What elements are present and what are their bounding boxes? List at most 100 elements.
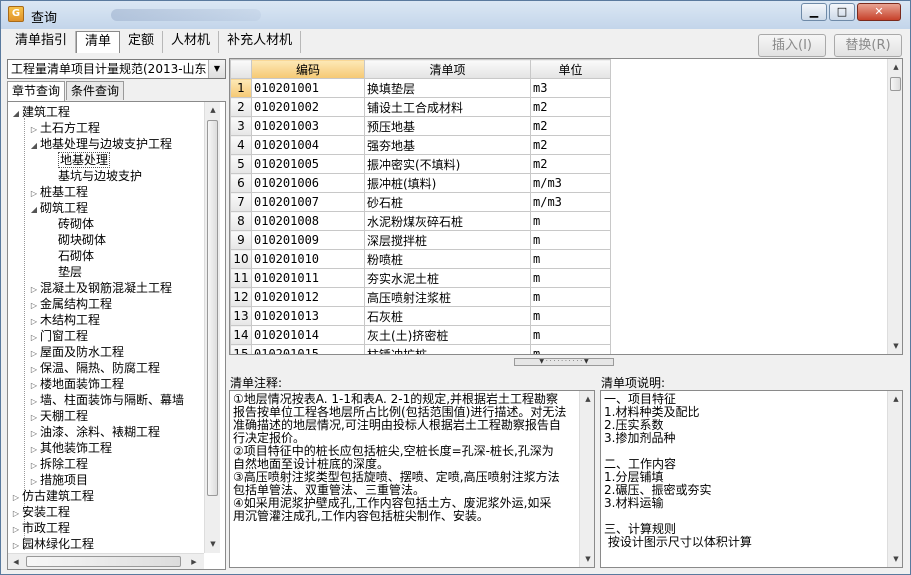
scroll-down-icon[interactable]: ▼ — [580, 551, 594, 567]
code-cell: 010201014 — [251, 325, 365, 345]
tab-list-guide[interactable]: 清单指引 — [7, 31, 77, 53]
scroll-left-icon[interactable]: ◀ — [8, 554, 24, 569]
tree-node[interactable]: ▷ 拆除工程 — [28, 456, 88, 472]
description-textarea[interactable]: 一、项目特征 1.材料种类及配比 2.压实系数 3.掺加剂品种 二、工作内容 1.分层铺填… — [600, 390, 903, 568]
description-scrollbar[interactable]: ▲ ▼ — [887, 391, 902, 567]
collapse-icon[interactable]: ◢ — [28, 202, 40, 218]
tab-supplementary-lmm[interactable]: 补充人材机 — [219, 31, 302, 53]
tree-node[interactable]: ▷ 措施项目 — [28, 472, 88, 488]
tree-node[interactable]: ▷ 安装工程 — [10, 504, 70, 520]
grid-scroll-thumb[interactable] — [890, 77, 901, 91]
scroll-down-icon[interactable]: ▼ — [205, 536, 221, 552]
column-header-item[interactable]: 清单项 — [364, 59, 531, 79]
tree-node[interactable]: 石砌体 — [46, 248, 94, 264]
table-row[interactable]: 2 010201002 铺设土工合成材料 m2 — [230, 97, 611, 117]
tree-scroll-thumb[interactable] — [207, 120, 218, 496]
tree-node[interactable]: 砖砌体 — [46, 216, 94, 232]
notes-text: ①地层情况按表A. 1-1和表A. 2-1的规定,并根据岩土工程勘察 报告按单位工… — [233, 393, 566, 523]
collapse-icon[interactable]: ◢ — [28, 138, 40, 154]
tree-node-label: 园林绿化工程 — [22, 537, 95, 551]
scroll-up-icon[interactable]: ▲ — [205, 102, 221, 118]
scroll-up-icon[interactable]: ▲ — [888, 59, 902, 75]
tree-node[interactable]: ▷ 油漆、涂料、裱糊工程 — [28, 424, 160, 440]
table-row[interactable]: 15 010201015 柱锤冲扩桩 m — [230, 344, 611, 354]
item-cell: 高压喷射注浆桩 — [364, 287, 531, 307]
tree-node[interactable]: ▷ 金属结构工程 — [28, 296, 112, 312]
tree-node[interactable]: ▷ 天棚工程 — [28, 408, 88, 424]
insert-button[interactable]: 插入(I) — [758, 34, 826, 57]
tree-node-label: 天棚工程 — [40, 409, 89, 423]
table-row[interactable]: 3 010201003 预压地基 m2 — [230, 116, 611, 136]
tree-node[interactable]: ▷ 门窗工程 — [28, 328, 88, 344]
replace-button[interactable]: 替换(R) — [834, 34, 902, 57]
notes-scrollbar[interactable]: ▲ ▼ — [579, 391, 594, 567]
collapse-icon[interactable]: ◢ — [10, 106, 22, 122]
table-row[interactable]: 14 010201014 灰土(土)挤密桩 m — [230, 325, 611, 345]
pane-splitter[interactable]: ▼ · · · · · · · · · · ▼ — [514, 358, 614, 366]
tree-node[interactable]: ▷ 保温、隔热、防腐工程 — [28, 360, 160, 376]
maximize-button[interactable]: □ — [829, 3, 855, 21]
tree-node[interactable]: ▷ 木结构工程 — [28, 312, 100, 328]
item-cell: 预压地基 — [364, 116, 531, 136]
chapter-tree[interactable]: ▲ ▼ ◀ ▶ ◢ 建筑工程 ▷ 土石方工程 ◢ 地基处理与边坡支护工程 地基处理 基坑与边坡… — [7, 101, 226, 570]
tree-node-label: 市政工程 — [22, 521, 71, 535]
grid-vertical-scrollbar[interactable]: ▲ ▼ — [887, 59, 902, 354]
close-button[interactable]: ✕ — [857, 3, 901, 21]
table-row[interactable]: 11 010201011 夯实水泥土桩 m — [230, 268, 611, 288]
spec-select-value: 工程量清单项目计量规范(2013-山东 — [11, 62, 207, 76]
tree-node-label: 油漆、涂料、裱糊工程 — [40, 425, 161, 439]
spec-select[interactable]: 工程量清单项目计量规范(2013-山东 ▼ — [7, 59, 226, 79]
tree-horizontal-scrollbar[interactable]: ◀ ▶ — [8, 553, 204, 569]
tree-node[interactable]: ▷ 仿古建筑工程 — [10, 488, 94, 504]
tree-node-label: 金属结构工程 — [40, 297, 113, 311]
tree-node[interactable]: ▷ 混凝土及钢筋混凝土工程 — [28, 280, 172, 296]
tree-node[interactable]: 砌块砌体 — [46, 232, 106, 248]
scroll-up-icon[interactable]: ▲ — [888, 391, 902, 407]
table-row[interactable]: 12 010201012 高压喷射注浆桩 m — [230, 287, 611, 307]
scroll-down-icon[interactable]: ▼ — [888, 551, 902, 567]
column-header-unit[interactable]: 单位 — [530, 59, 611, 79]
tree-node[interactable]: ▷ 墙、柱面装饰与隔断、幕墙 — [28, 392, 184, 408]
tree-node[interactable]: ▷ 土石方工程 — [28, 120, 100, 136]
tree-node[interactable]: ◢ 建筑工程 — [10, 104, 70, 120]
tree-node[interactable]: 基坑与边坡支护 — [46, 168, 142, 184]
tab-condition-query[interactable]: 条件查询 — [66, 81, 125, 100]
tree-node[interactable]: ▷ 屋面及防水工程 — [28, 344, 124, 360]
table-row[interactable]: 8 010201008 水泥粉煤灰碎石桩 m — [230, 211, 611, 231]
expand-icon[interactable]: ▷ — [10, 538, 22, 554]
table-row[interactable]: 6 010201006 振冲桩(填料) m/m3 — [230, 173, 611, 193]
scroll-up-icon[interactable]: ▲ — [580, 391, 594, 407]
minimize-button[interactable]: ▁ — [801, 3, 827, 21]
tree-node[interactable]: ▷ 楼地面装饰工程 — [28, 376, 124, 392]
tree-node[interactable]: ▷ 市政工程 — [10, 520, 70, 536]
notes-textarea[interactable]: ①地层情况按表A. 1-1和表A. 2-1的规定,并根据岩土工程勘察 报告按单位工… — [229, 390, 595, 568]
tree-vertical-scrollbar[interactable]: ▲ ▼ — [204, 102, 220, 553]
table-row[interactable]: 4 010201004 强夯地基 m2 — [230, 135, 611, 155]
table-row[interactable]: 10 010201010 粉喷桩 m — [230, 249, 611, 269]
table-row[interactable]: 13 010201013 石灰桩 m — [230, 306, 611, 326]
tree-node[interactable]: ▷ 园林绿化工程 — [10, 536, 94, 552]
column-header-code[interactable]: 编码 — [251, 59, 365, 79]
table-row[interactable]: 7 010201007 砂石桩 m/m3 — [230, 192, 611, 212]
tree-node[interactable]: ◢ 砌筑工程 — [28, 200, 88, 216]
tree-node[interactable]: ◢ 地基处理与边坡支护工程 — [28, 136, 172, 152]
tree-node[interactable]: ▷ 桩基工程 — [28, 184, 88, 200]
table-row[interactable]: 5 010201005 振冲密实(不填料) m2 — [230, 154, 611, 174]
scroll-down-icon[interactable]: ▼ — [888, 338, 902, 354]
table-row[interactable]: 1 010201001 换填垫层 m3 — [230, 78, 611, 98]
scroll-right-icon[interactable]: ▶ — [186, 554, 202, 569]
tab-labor-material-machine[interactable]: 人材机 — [163, 31, 220, 53]
tree-node[interactable]: 地基处理 — [46, 152, 111, 168]
row-number: 1 — [230, 78, 252, 98]
tree-node-label: 桩基工程 — [40, 185, 89, 199]
tree-hscroll-thumb[interactable] — [26, 556, 181, 567]
tree-node[interactable]: ▷ 其他装饰工程 — [28, 440, 112, 456]
unit-cell: m — [530, 211, 611, 231]
tab-list[interactable]: 清单 — [76, 31, 121, 53]
tree-node[interactable]: 垫层 — [46, 264, 82, 280]
item-cell: 深层搅拌桩 — [364, 230, 531, 250]
table-row[interactable]: 9 010201009 深层搅拌桩 m — [230, 230, 611, 250]
tab-chapter-query[interactable]: 章节查询 — [7, 81, 66, 101]
chevron-down-icon[interactable]: ▼ — [208, 60, 225, 78]
tab-quota[interactable]: 定额 — [120, 31, 164, 53]
